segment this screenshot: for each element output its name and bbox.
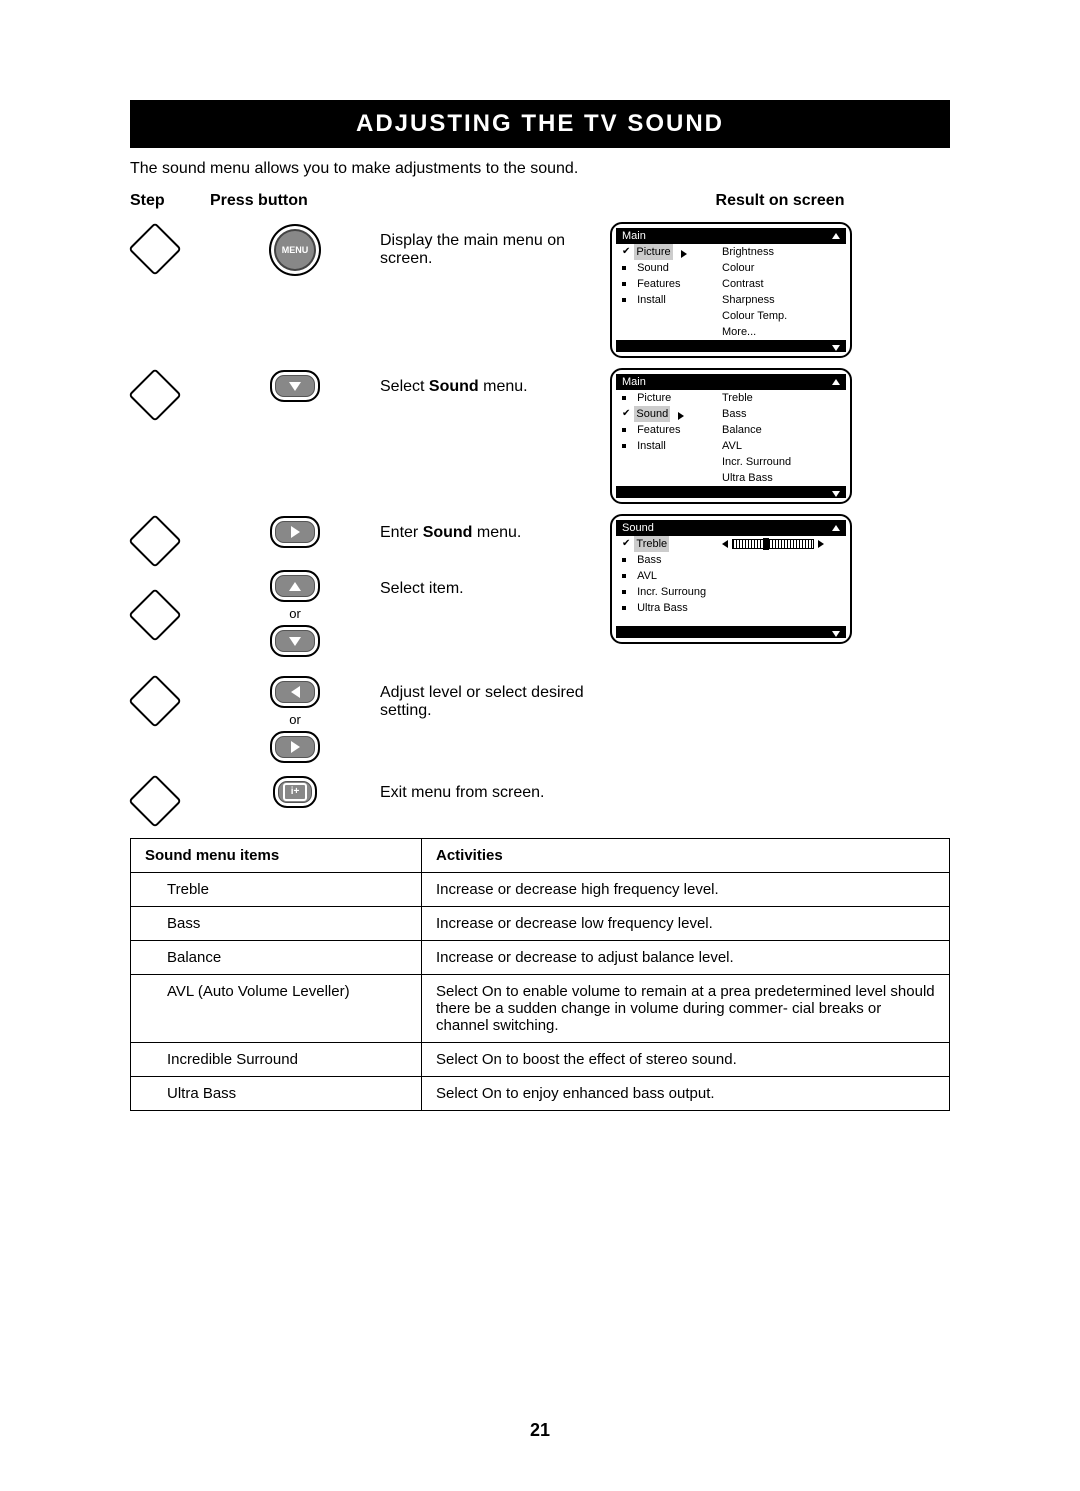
step4-desc: Select item. <box>380 580 610 598</box>
up-button-icon <box>270 570 320 602</box>
diamond-icon <box>128 588 182 642</box>
table-row: Ultra BassSelect On to enjoy enhanced ba… <box>131 1077 950 1111</box>
or-label: or <box>289 606 301 621</box>
diamond-icon <box>128 368 182 422</box>
steps-header: Step Press button Result on screen <box>130 192 950 210</box>
intro-text: The sound menu allows you to make adjust… <box>130 160 950 178</box>
table-row: AVL (Auto Volume Leveller)Select On to e… <box>131 975 950 1043</box>
header-step: Step <box>130 192 210 210</box>
header-press: Press button <box>210 192 380 210</box>
osd-main-sound: Main PictureTreble ✔SoundBass FeaturesBa… <box>610 368 852 504</box>
menu-button-icon: MENU <box>269 224 321 276</box>
left-button-icon <box>270 676 320 708</box>
step5-desc: Adjust level or select desired setting. <box>380 674 610 720</box>
table-row: Incredible SurroundSelect On to boost th… <box>131 1043 950 1077</box>
osd-main-picture: Main ✔PictureBrightness SoundColour Feat… <box>610 222 852 358</box>
step-row-1: MENU Display the main menu on screen. Ma… <box>130 222 950 368</box>
page-title: ADJUSTING THE TV SOUND <box>130 100 950 148</box>
sound-items-table: Sound menu items Activities TrebleIncrea… <box>130 838 950 1111</box>
step-row-5: or Adjust level or select desired settin… <box>130 674 950 774</box>
down-button-icon <box>270 625 320 657</box>
or-label: or <box>289 712 301 727</box>
step-row-6: i+ Exit menu from screen. <box>130 774 950 834</box>
info-exit-button-icon: i+ <box>273 776 317 808</box>
table-row: TrebleIncrease or decrease high frequenc… <box>131 873 950 907</box>
table-header-activities: Activities <box>422 839 950 873</box>
step-row-2: Select Sound menu. Main PictureTreble ✔S… <box>130 368 950 514</box>
diamond-icon <box>128 774 182 828</box>
diamond-icon <box>128 674 182 728</box>
step2-desc: Select Sound menu. <box>380 368 610 396</box>
osd-sound-menu: Sound ✔Treble Bass AVL Incr. Surroung Ul… <box>610 514 852 644</box>
right-button-icon <box>270 731 320 763</box>
step1-desc: Display the main menu on screen. <box>380 222 610 268</box>
step6-desc: Exit menu from screen. <box>380 774 610 802</box>
table-header-items: Sound menu items <box>131 839 422 873</box>
down-button-icon <box>270 370 320 402</box>
right-button-icon <box>270 516 320 548</box>
page-number: 21 <box>0 1420 1080 1441</box>
diamond-icon <box>128 222 182 276</box>
table-row: BassIncrease or decrease low frequency l… <box>131 907 950 941</box>
table-row: BalanceIncrease or decrease to adjust ba… <box>131 941 950 975</box>
step3-desc: Enter Sound menu. <box>380 524 610 542</box>
step-row-3-4: or Enter Sound menu. Select item. Sound … <box>130 514 950 674</box>
header-result: Result on screen <box>610 192 950 210</box>
